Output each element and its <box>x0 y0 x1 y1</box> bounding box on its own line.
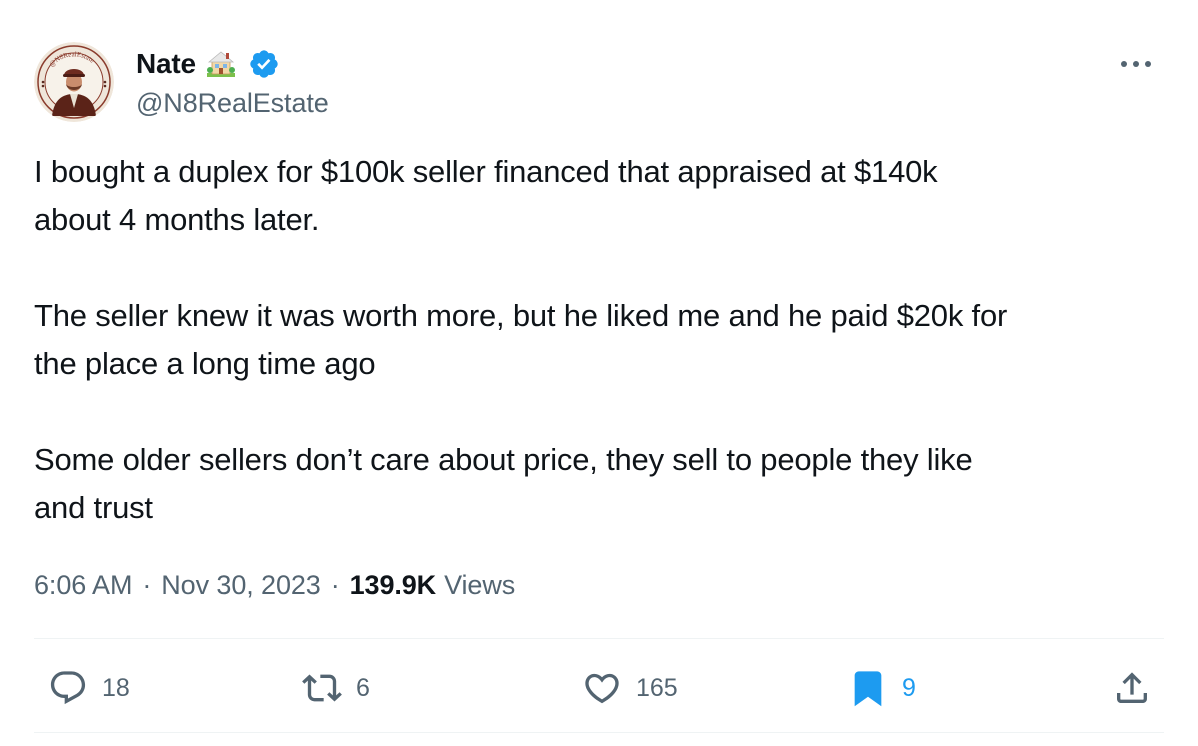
reply-count: 18 <box>102 673 130 702</box>
retweet-count: 6 <box>356 673 370 702</box>
reply-button[interactable]: 18 <box>48 660 130 716</box>
author-handle[interactable]: @N8RealEstate <box>136 88 329 119</box>
retweet-icon <box>302 674 342 702</box>
tweet-paragraph: I bought a duplex for $100k seller finan… <box>34 154 938 237</box>
views-count[interactable]: 139.9K <box>350 570 437 601</box>
house-with-garden-icon <box>206 49 236 79</box>
tweet-header: @N8RealEstate Nate @N8RealEstate <box>34 42 1164 124</box>
tweet-actions: 18 6 165 9 <box>34 660 1164 716</box>
divider <box>34 732 1164 733</box>
name-row: Nate <box>136 46 329 82</box>
avatar[interactable]: @N8RealEstate <box>34 42 114 122</box>
tweet-date[interactable]: Nov 30, 2023 <box>161 570 321 601</box>
reply-icon <box>50 671 86 705</box>
like-button[interactable]: 165 <box>582 660 678 716</box>
share-icon <box>1117 672 1147 703</box>
like-count: 165 <box>636 673 678 702</box>
share-button[interactable] <box>1112 660 1152 716</box>
tweet-meta: 6:06 AM · Nov 30, 2023 · 139.9K Views <box>34 565 515 605</box>
meta-separator: · <box>142 569 152 600</box>
tweet-paragraph: Some older sellers don’t care about pric… <box>34 442 973 525</box>
meta-separator: · <box>330 569 340 600</box>
tweet-paragraph: The seller knew it was worth more, but h… <box>34 298 1008 381</box>
heart-icon <box>585 673 619 704</box>
tweet-card: @N8RealEstate Nate @N8RealEstate I bough… <box>0 0 1198 746</box>
bookmark-icon <box>854 671 882 707</box>
more-options-button[interactable] <box>1116 52 1156 76</box>
bookmark-button[interactable]: 9 <box>848 660 916 716</box>
verified-badge-icon[interactable] <box>248 48 280 80</box>
more-dots-icon <box>1121 61 1151 67</box>
tweet-text: I bought a duplex for $100k seller finan… <box>34 148 1164 532</box>
bookmark-count: 9 <box>902 673 916 702</box>
avatar-image: @N8RealEstate <box>34 42 114 122</box>
tweet-time[interactable]: 6:06 AM <box>34 570 132 601</box>
author-names: Nate @N8RealEstate <box>136 46 329 119</box>
display-name[interactable]: Nate <box>136 48 196 80</box>
divider <box>34 638 1164 639</box>
retweet-button[interactable]: 6 <box>302 660 370 716</box>
views-label: Views <box>444 569 516 600</box>
